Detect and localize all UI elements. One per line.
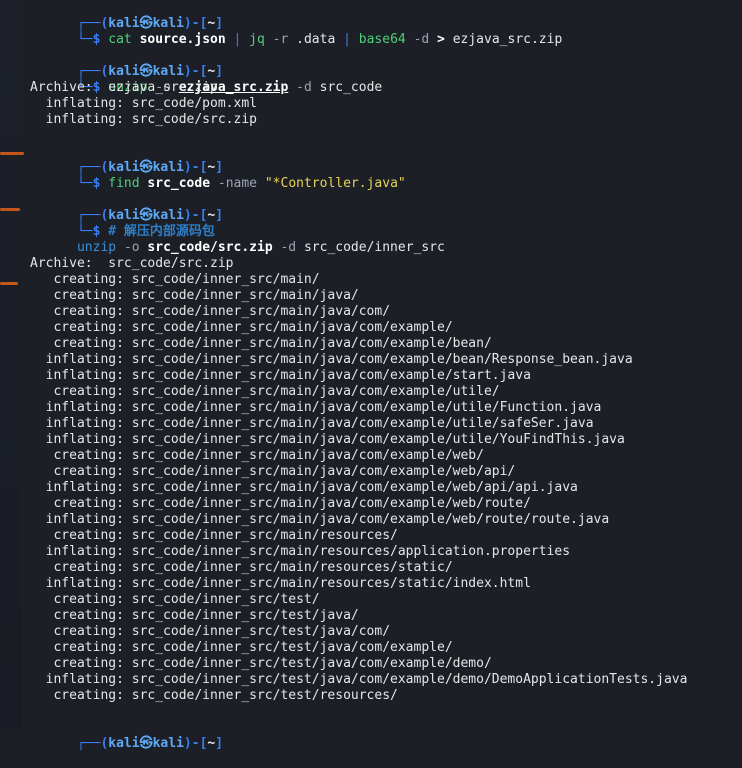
prompt-bracket: ] <box>215 16 224 31</box>
command-arg: src_code/inner_src <box>303 240 445 255</box>
desktop-edge <box>0 0 24 728</box>
pipe-symbol: | <box>343 32 351 47</box>
prompt-symbol: └─$ <box>76 32 109 47</box>
output-line: creating: src_code/inner_src/test/java/c… <box>30 656 492 671</box>
output-line: creating: src_code/inner_src/main/java/c… <box>30 384 500 399</box>
prompt-bracket: ┌──( <box>76 64 109 79</box>
output-line: creating: src_code/inner_src/test/java/c… <box>30 640 453 655</box>
prompt-host: kali <box>152 208 184 223</box>
prompt-at: ㉿ <box>139 208 153 223</box>
prompt-bracket: ] <box>215 64 224 79</box>
output-line: inflating: src_code/inner_src/main/java/… <box>30 512 610 527</box>
prompt-at: ㉿ <box>139 736 153 751</box>
prompt-user: kali <box>108 64 140 79</box>
output-line: creating: src_code/inner_src/main/ <box>30 272 320 287</box>
prompt-user: kali <box>108 208 140 223</box>
prompt-user: kali <box>108 736 140 751</box>
prompt-bracket: ┌──( <box>76 208 109 223</box>
prompt-bracket: )-[ <box>183 208 208 223</box>
prompt-at: ㉿ <box>139 160 153 175</box>
command-name: jq <box>249 32 265 47</box>
output-line: creating: src_code/inner_src/main/java/ <box>30 288 359 303</box>
prompt-bracket: ] <box>215 208 224 223</box>
output-line: inflating: src_code/inner_src/main/java/… <box>30 400 602 415</box>
prompt-user: kali <box>108 160 140 175</box>
output-line: inflating: src_code/inner_src/main/resou… <box>30 544 571 559</box>
command-arg: src_code <box>147 176 211 191</box>
output-line: inflating: src_code/pom.xml <box>30 96 257 111</box>
prompt-at: ㉿ <box>139 16 153 31</box>
output-line: Archive: ezjava_src.zip <box>30 80 218 95</box>
command-name: unzip <box>76 240 117 255</box>
command-option: -r <box>272 32 289 47</box>
output-line: inflating: src_code/src.zip <box>30 112 257 127</box>
output-line: inflating: src_code/inner_src/main/java/… <box>30 352 633 367</box>
output-line: creating: src_code/inner_src/test/java/ <box>30 608 359 623</box>
output-line: inflating: src_code/inner_src/main/java/… <box>30 416 594 431</box>
output-line: creating: src_code/inner_src/main/java/c… <box>30 448 484 463</box>
terminal-output[interactable]: ┌──(kali㉿kali)-[~] └─$ cat source.json |… <box>30 0 742 751</box>
prompt-user: kali <box>108 16 140 31</box>
output-line: inflating: src_code/inner_src/main/resou… <box>30 576 531 591</box>
prompt-at: ㉿ <box>139 64 153 79</box>
output-line: creating: src_code/inner_src/main/java/c… <box>30 336 492 351</box>
command-option: -d <box>413 32 430 47</box>
wallpaper-streak <box>0 208 20 211</box>
prompt-symbol: └─$ <box>76 224 109 239</box>
output-line: creating: src_code/inner_src/test/java/c… <box>30 624 391 639</box>
command-option: -d <box>296 80 312 95</box>
command-arg: ezjava_src.zip <box>452 32 563 47</box>
command-arg: source.json <box>139 32 226 47</box>
prompt-bracket: ] <box>215 160 224 175</box>
output-line: inflating: src_code/inner_src/main/java/… <box>30 480 578 495</box>
prompt-bracket: )-[ <box>183 16 208 31</box>
command-arg: .data <box>296 32 336 47</box>
output-line: creating: src_code/inner_src/test/ <box>30 592 320 607</box>
prompt-line: ┌──(kali㉿kali)-[~] <box>30 144 742 175</box>
output-line: creating: src_code/inner_src/main/resour… <box>30 528 398 543</box>
output-line: creating: src_code/inner_src/main/java/c… <box>30 496 531 511</box>
output-line: creating: src_code/inner_src/main/java/c… <box>30 320 453 335</box>
command-arg: src_code <box>319 80 383 95</box>
output-line: inflating: src_code/inner_src/test/java/… <box>30 672 688 687</box>
output-line: creating: src_code/inner_src/test/resour… <box>30 688 398 703</box>
prompt-bracket: )-[ <box>183 64 208 79</box>
prompt-bracket: ┌──( <box>76 16 109 31</box>
prompt-bracket: ] <box>215 736 224 751</box>
command-string: "*Controller.java" <box>264 176 406 191</box>
command-arg: src_code/src.zip <box>147 240 273 255</box>
command-name: cat <box>108 32 132 47</box>
wallpaper-streak <box>0 282 18 285</box>
command-option: -d <box>280 240 297 255</box>
command-option: -o <box>123 240 140 255</box>
prompt-bracket: ┌──( <box>76 736 109 751</box>
prompt-symbol: └─$ <box>76 176 109 191</box>
prompt-dir: ~ <box>207 736 216 751</box>
prompt-line: ┌──(kali㉿kali)-[~] <box>30 720 742 751</box>
prompt-line: ┌──(kali㉿kali)-[~] <box>30 0 742 31</box>
prompt-host: kali <box>152 160 184 175</box>
output-line: Archive: src_code/src.zip <box>30 256 234 271</box>
prompt-line: ┌──(kali㉿kali)-[~] <box>30 48 742 79</box>
output-line: creating: src_code/inner_src/main/resour… <box>30 560 453 575</box>
output-line: inflating: src_code/inner_src/main/java/… <box>30 432 625 447</box>
terminal-window[interactable]: ┌──(kali㉿kali)-[~] └─$ cat source.json |… <box>0 0 742 751</box>
pipe-symbol: | <box>233 32 242 47</box>
prompt-host: kali <box>152 64 184 79</box>
output-line: creating: src_code/inner_src/main/java/c… <box>30 304 391 319</box>
redirect-symbol: > <box>437 32 445 47</box>
prompt-bracket: )-[ <box>183 736 208 751</box>
prompt-host: kali <box>152 16 184 31</box>
command-name: find <box>108 176 140 191</box>
wallpaper-streak <box>0 152 24 155</box>
output-line: inflating: src_code/inner_src/main/java/… <box>30 368 531 383</box>
prompt-line: ┌──(kali㉿kali)-[~] <box>30 192 742 223</box>
prompt-bracket: ┌──( <box>76 160 109 175</box>
output-line: creating: src_code/inner_src/main/java/c… <box>30 464 516 479</box>
shell-comment: # 解压内部源码包 <box>108 224 215 239</box>
command-option: -name <box>217 176 258 191</box>
prompt-host: kali <box>152 736 184 751</box>
prompt-bracket: )-[ <box>183 160 208 175</box>
command-name: base64 <box>358 32 406 47</box>
